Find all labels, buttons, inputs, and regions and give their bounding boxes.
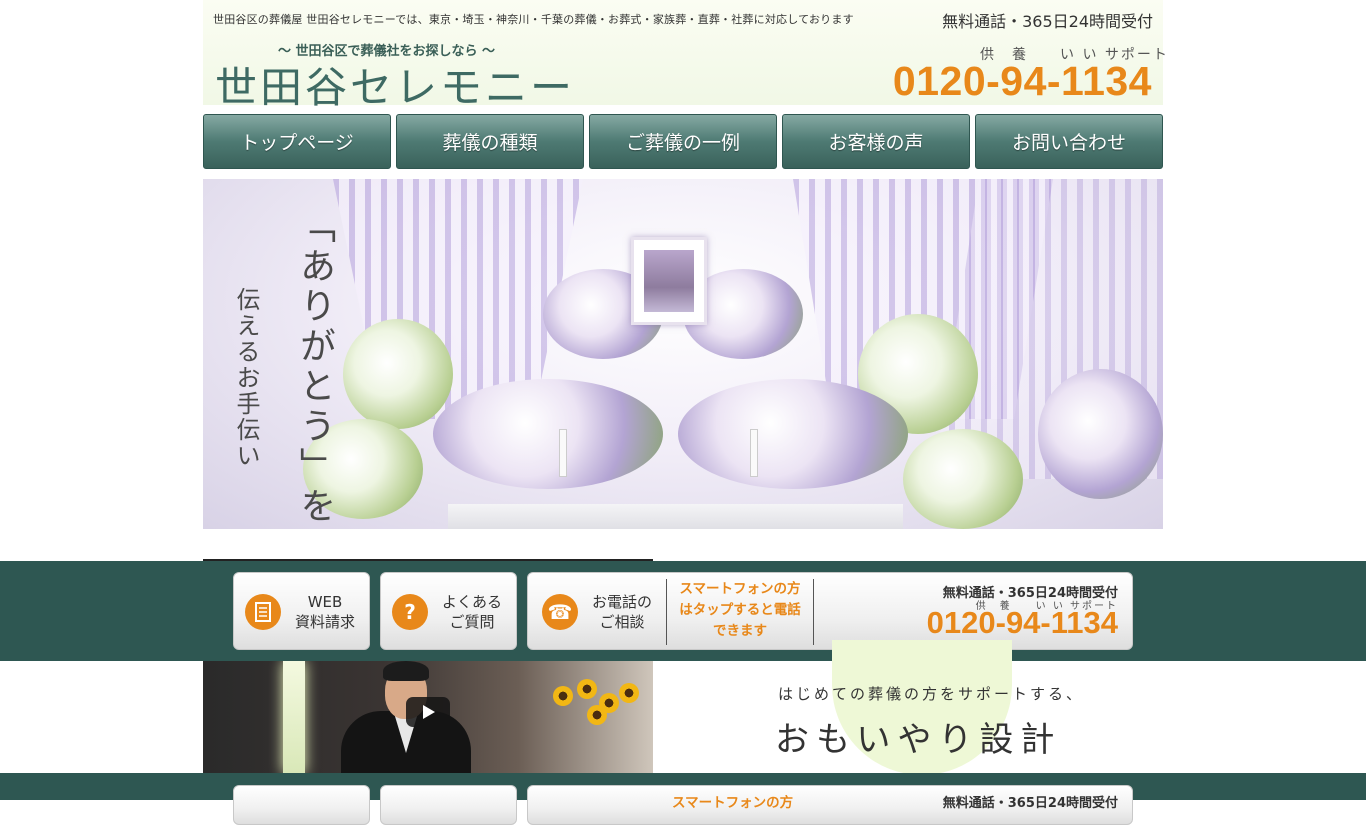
web-request-label: WEB 資料請求 [294,593,355,631]
faq-button[interactable]: ? よくある ご質問 [380,572,517,650]
flower-arrangement [343,319,453,429]
hero-image: 「ありがとう」を 伝えるお手伝い [203,179,1163,529]
global-nav: トップページ 葬儀の種類 ご葬儀の一例 お客様の声 お問い合わせ [203,114,1163,169]
nav-customer-voices[interactable]: お客様の声 [782,114,970,169]
site-tagline: 世田谷区の葬儀屋 世田谷セレモニーでは、東京・埼玉・神奈川・千葉の葬儀・お葬式・… [213,13,854,26]
catch-sub: はじめての葬儀の方をサポートする、 [778,685,1085,703]
flower-arrangement [678,379,908,489]
sunflower [577,679,597,699]
sunflower [553,686,573,706]
phone-consult-label: お電話の ご相談 [591,593,652,631]
candle [750,429,758,477]
hero-vertical-sub: 伝えるお手伝い [232,287,260,469]
hero-vertical-main: 「ありがとう」を [294,207,335,527]
nav-funeral-examples[interactable]: ご葬儀の一例 [589,114,777,169]
sunflower [587,705,607,725]
sticky-phone-consult-button[interactable]: スマートフォンの方 無料通話・365日24時間受付 [527,785,1133,825]
lamp [283,661,305,773]
nav-top[interactable]: トップページ [203,114,391,169]
play-icon[interactable] [406,697,450,727]
sticky-faq-button[interactable] [380,785,517,825]
flower-arrangement [903,429,1023,529]
phone-consult-button[interactable]: ☎ お電話の ご相談 スマートフォンの方 はタップすると電話 できます 無料通話・… [527,572,1133,650]
faq-label: よくある ご質問 [441,593,502,631]
document-icon [245,594,281,630]
flower-arrangement [1038,369,1163,499]
sticky-smartphone-note: スマートフォンの方 [672,795,794,811]
nav-funeral-types[interactable]: 葬儀の種類 [396,114,584,169]
sticky-web-request-button[interactable] [233,785,370,825]
intro-video[interactable] [203,661,653,773]
contact-phone-number[interactable]: 0120-94-1134 [927,605,1118,641]
web-request-button[interactable]: WEB 資料請求 [233,572,370,650]
smartphone-tap-note: スマートフォンの方 はタップすると電話 できます [666,579,814,645]
header-phone-number[interactable]: 0120-94-1134 [893,58,1152,105]
sticky-contact-hours: 無料通話・365日24時間受付 [942,796,1118,811]
candle [559,429,567,477]
flower-arrangement [433,379,663,489]
telephone-icon: ☎ [542,594,578,630]
sunflower [619,683,639,703]
question-icon: ? [392,594,428,630]
site-logo[interactable]: 世田谷セレモニー [215,54,575,115]
nav-contact[interactable]: お問い合わせ [975,114,1163,169]
altar [448,504,903,529]
catch-main: おもいやり設計 [775,720,1062,760]
memorial-portrait [631,237,707,325]
header-hours: 無料通話・365日24時間受付 [942,12,1153,31]
